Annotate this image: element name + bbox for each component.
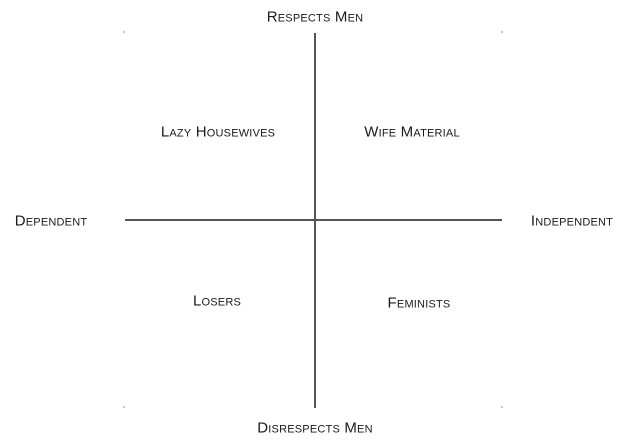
corner-mark-bottom-right (501, 406, 503, 408)
axis-label-bottom: Disrespects Men (257, 419, 373, 437)
quadrant-diagram: Respects Men Disrespects Men Dependent I… (0, 0, 628, 448)
horizontal-axis-line (125, 219, 502, 221)
quadrant-label-top-left: Lazy Housewives (160, 123, 276, 141)
axis-label-left: Dependent (14, 212, 88, 230)
corner-mark-top-right (501, 31, 503, 33)
quadrant-label-bottom-right: Feminists (387, 294, 451, 312)
corner-mark-top-left (123, 31, 125, 33)
quadrant-label-top-right: Wife Material (364, 123, 460, 141)
axis-label-right: Independent (530, 212, 614, 230)
corner-mark-bottom-left (123, 406, 125, 408)
quadrant-label-bottom-left: Losers (192, 292, 242, 310)
axis-label-top: Respects Men (266, 8, 364, 26)
